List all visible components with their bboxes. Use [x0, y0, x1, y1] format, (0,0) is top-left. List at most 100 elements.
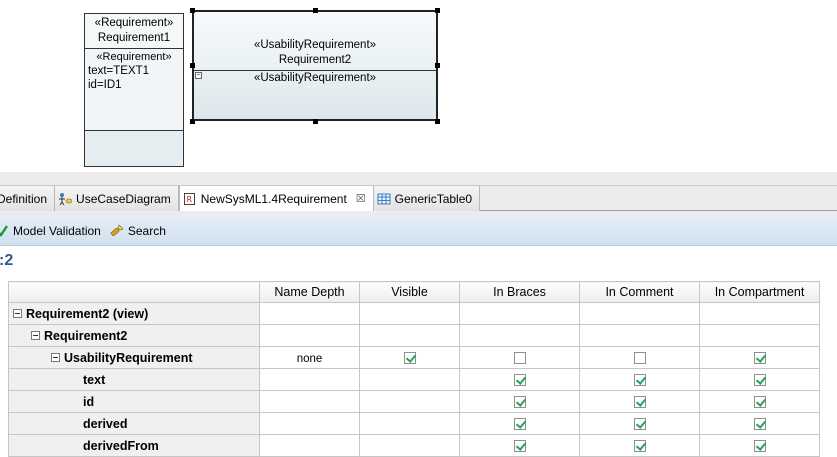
in-comment-checkbox[interactable]: [633, 396, 646, 409]
visible-cell[interactable]: [359, 368, 460, 391]
in-braces-cell[interactable]: [459, 368, 580, 391]
resize-handle-e[interactable]: [435, 63, 440, 68]
resize-handle-n[interactable]: [313, 8, 318, 13]
in-compartment-cell[interactable]: [699, 302, 820, 325]
in-compartment-checkbox[interactable]: [753, 440, 766, 453]
resize-handle-nw[interactable]: [190, 8, 195, 13]
in-braces-cell[interactable]: [459, 302, 580, 325]
table-row[interactable]: Requirement2: [8, 324, 820, 347]
in-comment-cell[interactable]: [579, 346, 700, 369]
in-comment-cell[interactable]: [579, 302, 700, 325]
in-braces-cell[interactable]: [459, 390, 580, 413]
collapse-compartment-icon[interactable]: −: [195, 72, 202, 79]
table-row[interactable]: id: [8, 390, 820, 413]
in-compartment-cell[interactable]: [699, 346, 820, 369]
resize-handle-se[interactable]: [435, 119, 440, 124]
visible-cell[interactable]: [359, 390, 460, 413]
row-label-cell[interactable]: Requirement2: [8, 324, 260, 347]
tab-usecasediagram[interactable]: UseCaseDiagram: [55, 186, 179, 211]
column-header-in-comment[interactable]: In Comment: [579, 281, 700, 303]
in-braces-checkbox[interactable]: [513, 374, 526, 387]
table-row[interactable]: Requirement2 (view): [8, 302, 820, 325]
in-braces-cell[interactable]: [459, 324, 580, 347]
in-compartment-checkbox[interactable]: [753, 352, 766, 365]
row-label-cell[interactable]: derivedFrom: [8, 434, 260, 457]
properties-table: Name Depth Visible In Braces In Comment …: [8, 281, 820, 457]
row-label: UsabilityRequirement: [64, 350, 193, 365]
name-depth-value: none: [296, 352, 323, 365]
table-row[interactable]: derived: [8, 412, 820, 435]
in-comment-cell[interactable]: [579, 412, 700, 435]
name-depth-cell[interactable]: [259, 434, 360, 457]
column-header-in-compartment[interactable]: In Compartment: [699, 281, 820, 303]
in-compartment-checkbox[interactable]: [753, 418, 766, 431]
search-button[interactable]: Search: [109, 223, 166, 239]
in-braces-checkbox[interactable]: [513, 352, 526, 365]
in-compartment-cell[interactable]: [699, 368, 820, 391]
table-row[interactable]: UsabilityRequirement none: [8, 346, 820, 369]
name-depth-cell[interactable]: none: [259, 346, 360, 369]
resize-handle-s[interactable]: [313, 119, 318, 124]
in-braces-checkbox[interactable]: [513, 418, 526, 431]
tab-generictable0[interactable]: GenericTable0: [373, 186, 481, 211]
visible-checkbox[interactable]: [403, 352, 416, 365]
in-compartment-checkbox[interactable]: [753, 374, 766, 387]
visible-cell[interactable]: [359, 324, 460, 347]
in-braces-cell[interactable]: [459, 346, 580, 369]
usecase-diagram-icon: [58, 192, 73, 206]
column-header-visible[interactable]: Visible: [359, 281, 460, 303]
in-compartment-cell[interactable]: [699, 390, 820, 413]
requirement2-compartment: − «UsabilityRequirement»: [194, 71, 436, 85]
in-comment-checkbox[interactable]: [633, 418, 646, 431]
in-compartment-cell[interactable]: [699, 434, 820, 457]
in-comment-checkbox[interactable]: [633, 352, 646, 365]
column-header-element[interactable]: [8, 281, 260, 303]
visible-cell[interactable]: [359, 412, 460, 435]
row-label-cell[interactable]: text: [8, 368, 260, 391]
in-braces-cell[interactable]: [459, 434, 580, 457]
name-depth-cell[interactable]: [259, 302, 360, 325]
resize-handle-w[interactable]: [190, 63, 195, 68]
in-compartment-cell[interactable]: [699, 324, 820, 347]
in-braces-checkbox[interactable]: [513, 396, 526, 409]
requirement2-node[interactable]: «UsabilityRequirement» Requirement2 − «U…: [192, 10, 438, 121]
close-tab-icon[interactable]: ☒: [356, 192, 366, 205]
tab-newsysml-requirement[interactable]: R NewSysML1.4Requirement ☒: [178, 186, 374, 211]
collapse-toggle-icon[interactable]: [51, 352, 60, 362]
tab-definition[interactable]: Definition: [0, 186, 56, 211]
row-label-cell[interactable]: Requirement2 (view): [8, 302, 260, 325]
in-compartment-checkbox[interactable]: [753, 396, 766, 409]
resize-handle-sw[interactable]: [190, 119, 195, 124]
name-depth-cell[interactable]: [259, 390, 360, 413]
resize-handle-ne[interactable]: [435, 8, 440, 13]
table-row[interactable]: derivedFrom: [8, 434, 820, 457]
name-depth-cell[interactable]: [259, 412, 360, 435]
in-comment-cell[interactable]: [579, 324, 700, 347]
visible-cell[interactable]: [359, 346, 460, 369]
column-header-name-depth[interactable]: Name Depth: [259, 281, 360, 303]
collapse-toggle-icon[interactable]: [13, 308, 22, 318]
in-comment-checkbox[interactable]: [633, 374, 646, 387]
row-label: id: [83, 394, 95, 409]
requirement1-node[interactable]: «Requirement» Requirement1 «Requirement»…: [84, 13, 184, 167]
in-comment-cell[interactable]: [579, 434, 700, 457]
in-comment-checkbox[interactable]: [633, 440, 646, 453]
row-label-cell[interactable]: UsabilityRequirement: [8, 346, 260, 369]
name-depth-cell[interactable]: [259, 324, 360, 347]
visible-cell[interactable]: [359, 302, 460, 325]
in-braces-cell[interactable]: [459, 412, 580, 435]
in-comment-cell[interactable]: [579, 390, 700, 413]
name-depth-cell[interactable]: [259, 368, 360, 391]
model-validation-button[interactable]: Model Validation: [0, 223, 101, 239]
diagram-canvas[interactable]: «Requirement» Requirement1 «Requirement»…: [0, 0, 837, 172]
row-label-cell[interactable]: id: [8, 390, 260, 413]
visible-cell[interactable]: [359, 434, 460, 457]
in-braces-checkbox[interactable]: [513, 440, 526, 453]
column-header-in-braces[interactable]: In Braces: [459, 281, 580, 303]
table-row[interactable]: text: [8, 368, 820, 391]
in-compartment-cell[interactable]: [699, 412, 820, 435]
requirement1-compartment-stereotype: «Requirement»: [96, 51, 172, 63]
collapse-toggle-icon[interactable]: [31, 330, 40, 340]
row-label-cell[interactable]: derived: [8, 412, 260, 435]
in-comment-cell[interactable]: [579, 368, 700, 391]
